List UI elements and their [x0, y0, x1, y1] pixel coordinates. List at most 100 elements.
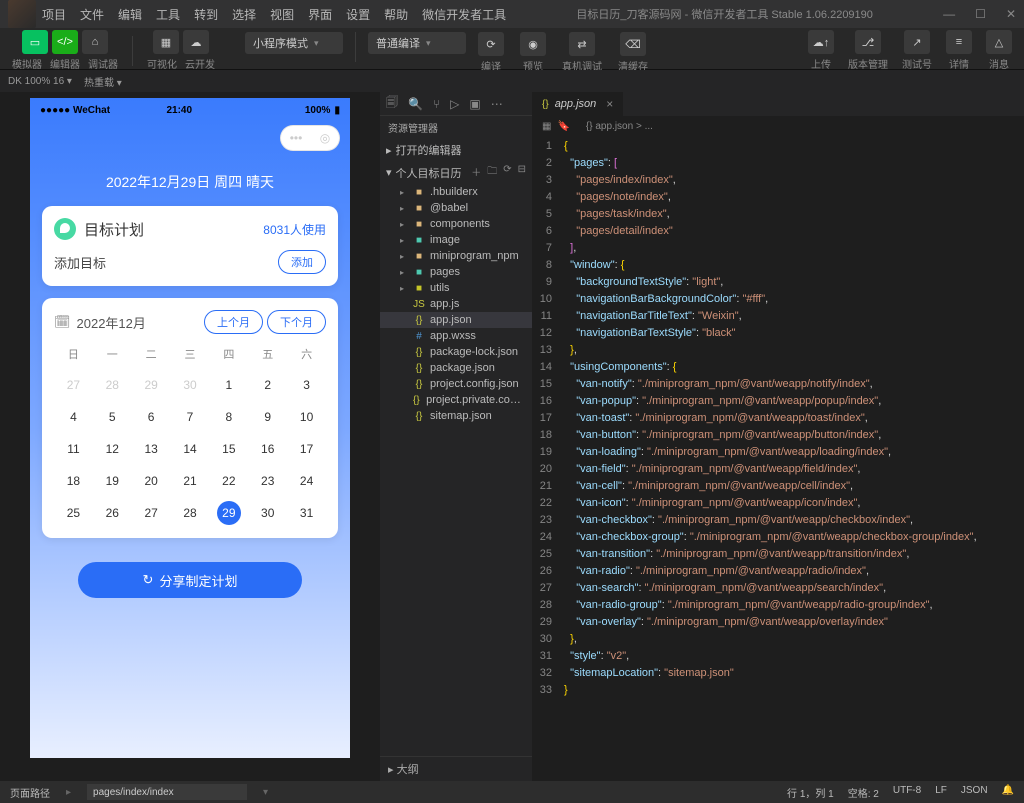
day-cell[interactable]: 24: [287, 468, 326, 494]
day-cell[interactable]: 15: [209, 436, 248, 462]
capsule-menu[interactable]: ••• ◎: [280, 125, 340, 151]
day-cell[interactable]: 30: [171, 372, 210, 398]
menu-设置[interactable]: 设置: [346, 6, 370, 23]
add-button[interactable]: 添加: [278, 250, 326, 274]
new-folder-icon[interactable]: 🗀: [487, 164, 497, 181]
compile-button[interactable]: ⟳: [478, 32, 504, 56]
day-cell[interactable]: 26: [93, 500, 132, 526]
day-cell[interactable]: 7: [171, 404, 210, 430]
day-cell[interactable]: 18: [54, 468, 93, 494]
day-cell[interactable]: 11: [54, 436, 93, 462]
refresh-icon[interactable]: ⟳: [503, 164, 511, 181]
file-@babel[interactable]: ▸■@babel: [380, 200, 532, 216]
day-cell[interactable]: 1: [209, 372, 248, 398]
cursor-pos[interactable]: 行 1，列 1: [787, 785, 834, 800]
file-project.config.json[interactable]: {}project.config.json: [380, 376, 532, 392]
debug-icon[interactable]: ▷: [450, 97, 459, 111]
file-sitemap.json[interactable]: {}sitemap.json: [380, 408, 532, 424]
msg-button[interactable]: △: [986, 30, 1012, 54]
menu-视图[interactable]: 视图: [270, 6, 294, 23]
version-button[interactable]: ⎇: [855, 30, 881, 54]
menu-选择[interactable]: 选择: [232, 6, 256, 23]
day-cell[interactable]: 27: [54, 372, 93, 398]
breadcrumb[interactable]: ▦ 🔖 {} app.json > ...: [532, 116, 1024, 136]
menu-微信开发者工具[interactable]: 微信开发者工具: [422, 6, 506, 23]
day-cell[interactable]: 8: [209, 404, 248, 430]
more-icon[interactable]: •••: [290, 131, 303, 145]
lang-info[interactable]: JSON: [961, 785, 988, 800]
minimize-button[interactable]: —: [943, 7, 955, 21]
collapse-icon[interactable]: ⊟: [518, 164, 526, 181]
close-button[interactable]: ✕: [1006, 7, 1016, 21]
file-pages[interactable]: ▸■pages: [380, 264, 532, 280]
indent-info[interactable]: 空格: 2: [848, 785, 879, 800]
menu-文件[interactable]: 文件: [80, 6, 104, 23]
compile-dropdown[interactable]: 普通编译: [368, 32, 466, 54]
file-app.json[interactable]: {}app.json: [380, 312, 532, 328]
day-cell[interactable]: 5: [93, 404, 132, 430]
file-app.wxss[interactable]: #app.wxss: [380, 328, 532, 344]
upload-button[interactable]: ☁↑: [808, 30, 834, 54]
day-cell[interactable]: 13: [132, 436, 171, 462]
tab-close-icon[interactable]: ×: [606, 97, 613, 111]
day-cell[interactable]: 17: [287, 436, 326, 462]
file-components[interactable]: ▸■components: [380, 216, 532, 232]
day-cell[interactable]: 16: [248, 436, 287, 462]
menu-界面[interactable]: 界面: [308, 6, 332, 23]
day-cell[interactable]: 23: [248, 468, 287, 494]
new-file-icon[interactable]: ＋: [471, 164, 481, 181]
day-cell[interactable]: 6: [132, 404, 171, 430]
open-editors-section[interactable]: ▸ 打开的编辑器: [380, 139, 532, 161]
day-cell[interactable]: 28: [171, 500, 210, 526]
next-month-button[interactable]: 下个月: [267, 310, 326, 334]
day-cell[interactable]: 21: [171, 468, 210, 494]
eol-info[interactable]: LF: [935, 785, 947, 800]
file-.hbuilderx[interactable]: ▸■.hbuilderx: [380, 184, 532, 200]
files-icon[interactable]: 🗐: [386, 93, 398, 114]
day-cell[interactable]: 29: [217, 501, 241, 525]
menu-项目[interactable]: 项目: [42, 6, 66, 23]
realdevice-button[interactable]: ⇄: [569, 32, 595, 56]
encoding-info[interactable]: UTF-8: [893, 785, 921, 800]
bookmark-icon[interactable]: ▦: [542, 121, 551, 132]
preview-button[interactable]: ◉: [520, 32, 546, 56]
day-cell[interactable]: 22: [209, 468, 248, 494]
project-section[interactable]: ▾ 个人目标日历 ＋🗀⟳⊟: [380, 161, 532, 184]
close-capsule-icon[interactable]: ◎: [320, 131, 330, 145]
misc-icon[interactable]: ⋯: [491, 97, 503, 111]
day-cell[interactable]: 19: [93, 468, 132, 494]
share-button[interactable]: ↻ 分享制定计划: [78, 562, 302, 598]
clearcache-button[interactable]: ⌫: [620, 32, 646, 56]
path-input[interactable]: [87, 784, 247, 800]
file-app.js[interactable]: JSapp.js: [380, 296, 532, 312]
simulator-toggle[interactable]: ▭: [22, 30, 48, 54]
maximize-button[interactable]: ☐: [975, 7, 986, 21]
mode-dropdown[interactable]: 小程序模式: [245, 32, 343, 54]
day-cell[interactable]: 25: [54, 500, 93, 526]
file-image[interactable]: ▸■image: [380, 232, 532, 248]
tab-app-json[interactable]: {} app.json ×: [532, 92, 624, 116]
hotreload-dropdown[interactable]: 热重载 ▾: [84, 74, 122, 89]
day-cell[interactable]: 3: [287, 372, 326, 398]
ext-icon[interactable]: ▣: [469, 97, 480, 111]
visual-button[interactable]: ▦: [153, 30, 179, 54]
zoom-dropdown[interactable]: DK 100% 16 ▾: [8, 76, 72, 87]
day-cell[interactable]: 12: [93, 436, 132, 462]
bookmark2-icon[interactable]: 🔖: [557, 121, 569, 132]
search-icon[interactable]: 🔍: [408, 97, 423, 111]
day-cell[interactable]: 29: [132, 372, 171, 398]
menu-编辑[interactable]: 编辑: [118, 6, 142, 23]
day-cell[interactable]: 30: [248, 500, 287, 526]
menu-转到[interactable]: 转到: [194, 6, 218, 23]
editor-toggle[interactable]: </>: [52, 30, 78, 54]
phone-frame[interactable]: ●●●●● WeChat 21:40 100%▮ •••◎ 2022年12月29…: [30, 98, 350, 758]
bell-icon[interactable]: 🔔: [1002, 785, 1014, 800]
testid-button[interactable]: ↗: [904, 30, 930, 54]
file-utils[interactable]: ▸■utils: [380, 280, 532, 296]
branch-icon[interactable]: ⑂: [433, 97, 440, 111]
detail-button[interactable]: ≡: [946, 30, 972, 54]
day-cell[interactable]: 27: [132, 500, 171, 526]
menu-帮助[interactable]: 帮助: [384, 6, 408, 23]
outline-section[interactable]: ▸ 大纲: [380, 756, 532, 781]
file-package-lock.json[interactable]: {}package-lock.json: [380, 344, 532, 360]
